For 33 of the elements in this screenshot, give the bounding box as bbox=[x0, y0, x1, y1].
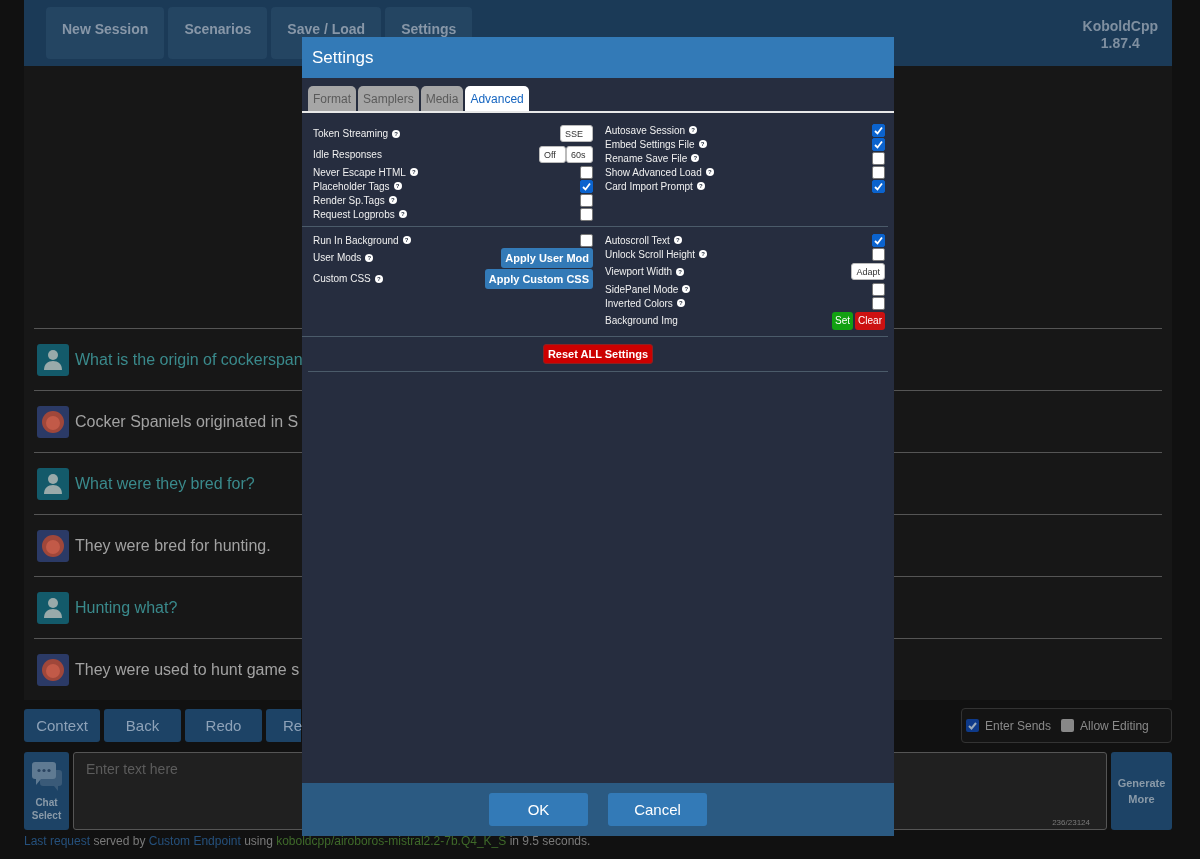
status-text: Last request served by Custom Endpoint using koboldcpp/airoboros-mistral2.2-7b.Q4_K_S in 9.5 seconds. bbox=[24, 834, 592, 848]
setting-label: Viewport Width bbox=[605, 266, 673, 277]
app-name: KoboldCpp bbox=[1082, 18, 1158, 35]
setting-label: Custom CSS bbox=[313, 273, 371, 284]
setting-label: Card Import Prompt bbox=[605, 180, 693, 192]
setting-label: Show Advanced Load bbox=[605, 166, 702, 178]
chat-message: They were bred for hunting. bbox=[75, 536, 271, 555]
setting-label: Autosave Session bbox=[605, 124, 686, 136]
setting-label: Unlock Scroll Height bbox=[605, 248, 696, 260]
chat-message: What is the origin of cockerspan bbox=[75, 350, 303, 369]
setting-label: SidePanel Mode bbox=[605, 283, 679, 295]
setting-label: Placeholder Tags bbox=[313, 180, 390, 192]
setting-label: Run In Background bbox=[313, 234, 399, 246]
chat-message: Cocker Spaniels originated in S bbox=[75, 412, 299, 431]
chat-message: Hunting what? bbox=[75, 598, 178, 617]
setting-label: Request Logprobs bbox=[313, 208, 395, 220]
dialog-title: Settings bbox=[302, 37, 894, 78]
setting-label: Inverted Colors bbox=[605, 297, 673, 309]
character-counter: 236/23124 bbox=[1052, 818, 1090, 827]
chat-message: They were used to hunt game s bbox=[75, 660, 300, 679]
setting-label: Render Sp.Tags bbox=[313, 194, 385, 206]
setting-label: User Mods bbox=[313, 252, 362, 263]
setting-label: Never Escape HTML bbox=[313, 166, 406, 178]
setting-label: Autoscroll Text bbox=[605, 234, 670, 246]
setting-label: Embed Settings File bbox=[605, 138, 695, 150]
setting-label: Rename Save File bbox=[605, 152, 688, 164]
setting-label: Idle Responses bbox=[313, 149, 382, 160]
setting-label: Background Img bbox=[605, 315, 678, 326]
checkbox-label: Allow Editing bbox=[1080, 718, 1149, 733]
setting-label: Token Streaming bbox=[313, 128, 389, 139]
chat-message: What were they bred for? bbox=[75, 474, 255, 493]
app-version: 1.87.4 bbox=[1099, 35, 1141, 52]
checkbox-label: Enter Sends bbox=[985, 718, 1052, 733]
